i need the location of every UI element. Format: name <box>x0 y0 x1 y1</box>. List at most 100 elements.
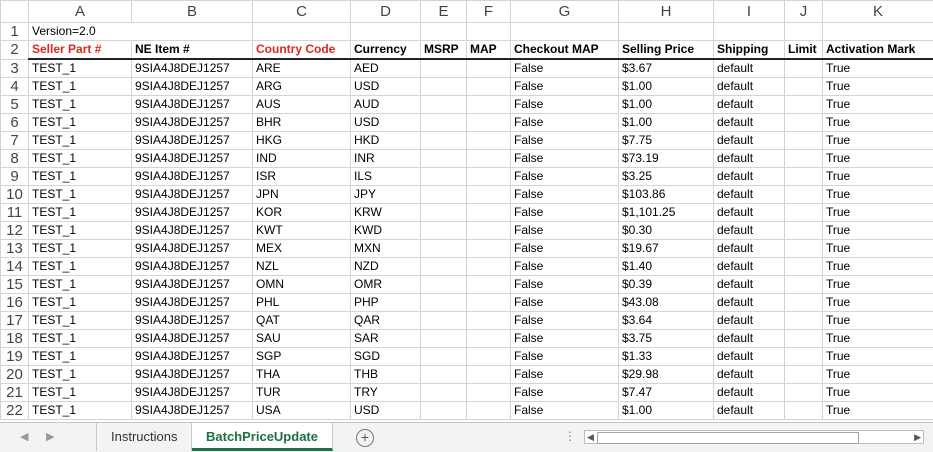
cell[interactable]: True <box>822 221 933 240</box>
cell[interactable] <box>420 275 467 294</box>
cell[interactable]: True <box>822 167 933 186</box>
cell[interactable]: 9SIA4J8DEJ1257 <box>131 329 253 348</box>
cell[interactable]: 9SIA4J8DEJ1257 <box>131 401 253 420</box>
row-number[interactable]: 17 <box>0 311 29 330</box>
header-cell[interactable]: MAP <box>466 40 511 60</box>
cell[interactable] <box>784 401 823 420</box>
cell[interactable]: USD <box>350 401 421 420</box>
cell[interactable]: False <box>510 311 619 330</box>
cell[interactable]: default <box>713 77 785 96</box>
cell[interactable] <box>784 77 823 96</box>
cell[interactable]: False <box>510 185 619 204</box>
cell[interactable]: False <box>510 401 619 420</box>
cell[interactable]: True <box>822 131 933 150</box>
cell[interactable] <box>420 203 467 222</box>
cell[interactable]: ARG <box>252 77 351 96</box>
column-header-e[interactable]: E <box>420 0 467 23</box>
cell[interactable]: $1.00 <box>618 77 714 96</box>
cell[interactable] <box>784 22 823 41</box>
version-cell[interactable]: Version=2.0 <box>28 22 253 41</box>
cell[interactable] <box>784 185 823 204</box>
column-header-k[interactable]: K <box>822 0 933 23</box>
cell[interactable]: False <box>510 77 619 96</box>
cell[interactable]: True <box>822 149 933 168</box>
cell[interactable]: True <box>822 383 933 402</box>
cell[interactable]: SAU <box>252 329 351 348</box>
cell[interactable]: $1.00 <box>618 113 714 132</box>
cell[interactable]: TEST_1 <box>28 113 132 132</box>
cell[interactable]: IND <box>252 149 351 168</box>
cell[interactable]: TEST_1 <box>28 347 132 366</box>
tab-batchpriceupdate[interactable]: BatchPriceUpdate <box>192 423 333 451</box>
cell[interactable]: KOR <box>252 203 351 222</box>
cell[interactable] <box>466 401 511 420</box>
row-number[interactable]: 21 <box>0 383 29 402</box>
cell[interactable]: BHR <box>252 113 351 132</box>
header-cell[interactable]: Limit <box>784 40 823 60</box>
scroll-left-icon[interactable]: ◀ <box>20 430 28 443</box>
cell[interactable]: KRW <box>350 203 421 222</box>
cell[interactable]: default <box>713 383 785 402</box>
cell[interactable]: $3.25 <box>618 167 714 186</box>
cell[interactable]: TEST_1 <box>28 203 132 222</box>
cell[interactable]: default <box>713 293 785 312</box>
cell[interactable] <box>466 329 511 348</box>
cell[interactable]: TEST_1 <box>28 131 132 150</box>
column-header-g[interactable]: G <box>510 0 619 23</box>
cell[interactable] <box>420 365 467 384</box>
cell[interactable]: $73.19 <box>618 149 714 168</box>
cell[interactable] <box>784 365 823 384</box>
cell[interactable]: THA <box>252 365 351 384</box>
cell[interactable] <box>466 22 511 41</box>
cell[interactable]: default <box>713 58 785 78</box>
cell[interactable]: False <box>510 221 619 240</box>
cell[interactable]: default <box>713 167 785 186</box>
cell[interactable]: 9SIA4J8DEJ1257 <box>131 257 253 276</box>
cell[interactable]: False <box>510 293 619 312</box>
cell[interactable] <box>466 383 511 402</box>
cell[interactable] <box>466 365 511 384</box>
cell[interactable]: 9SIA4J8DEJ1257 <box>131 311 253 330</box>
cell[interactable]: PHP <box>350 293 421 312</box>
cell[interactable]: 9SIA4J8DEJ1257 <box>131 167 253 186</box>
row-number[interactable]: 18 <box>0 329 29 348</box>
select-all-corner[interactable] <box>0 0 29 23</box>
header-cell[interactable]: Seller Part # <box>28 40 132 60</box>
cell[interactable]: False <box>510 365 619 384</box>
row-number[interactable]: 7 <box>0 131 29 150</box>
cell[interactable]: True <box>822 347 933 366</box>
row-number[interactable]: 9 <box>0 167 29 186</box>
cell[interactable] <box>784 95 823 114</box>
cell[interactable]: TRY <box>350 383 421 402</box>
header-cell[interactable]: Country Code <box>252 40 351 60</box>
cell[interactable]: ISR <box>252 167 351 186</box>
cell[interactable]: True <box>822 58 933 78</box>
cell[interactable]: default <box>713 221 785 240</box>
column-header-a[interactable]: A <box>28 0 132 23</box>
cell[interactable]: 9SIA4J8DEJ1257 <box>131 383 253 402</box>
cell[interactable]: 9SIA4J8DEJ1257 <box>131 131 253 150</box>
cell[interactable] <box>420 149 467 168</box>
cell[interactable]: AUS <box>252 95 351 114</box>
cell[interactable]: TEST_1 <box>28 329 132 348</box>
cell[interactable]: True <box>822 257 933 276</box>
cell[interactable]: HKD <box>350 131 421 150</box>
cell[interactable]: 9SIA4J8DEJ1257 <box>131 365 253 384</box>
cell[interactable] <box>784 58 823 78</box>
cell[interactable] <box>420 293 467 312</box>
cell[interactable]: False <box>510 239 619 258</box>
scrollbar-left-icon[interactable]: ◀ <box>587 431 594 443</box>
cell[interactable]: $3.64 <box>618 311 714 330</box>
cell[interactable]: $7.75 <box>618 131 714 150</box>
cell[interactable] <box>466 239 511 258</box>
cell[interactable]: PHL <box>252 293 351 312</box>
cell[interactable] <box>466 347 511 366</box>
row-number[interactable]: 11 <box>0 203 29 222</box>
cell[interactable] <box>784 221 823 240</box>
header-cell[interactable]: Checkout MAP <box>510 40 619 60</box>
column-header-d[interactable]: D <box>350 0 421 23</box>
scrollbar-thumb[interactable] <box>597 432 859 444</box>
horizontal-scrollbar[interactable]: ◀ ▶ <box>584 430 924 444</box>
cell[interactable] <box>420 185 467 204</box>
cell[interactable]: TEST_1 <box>28 311 132 330</box>
